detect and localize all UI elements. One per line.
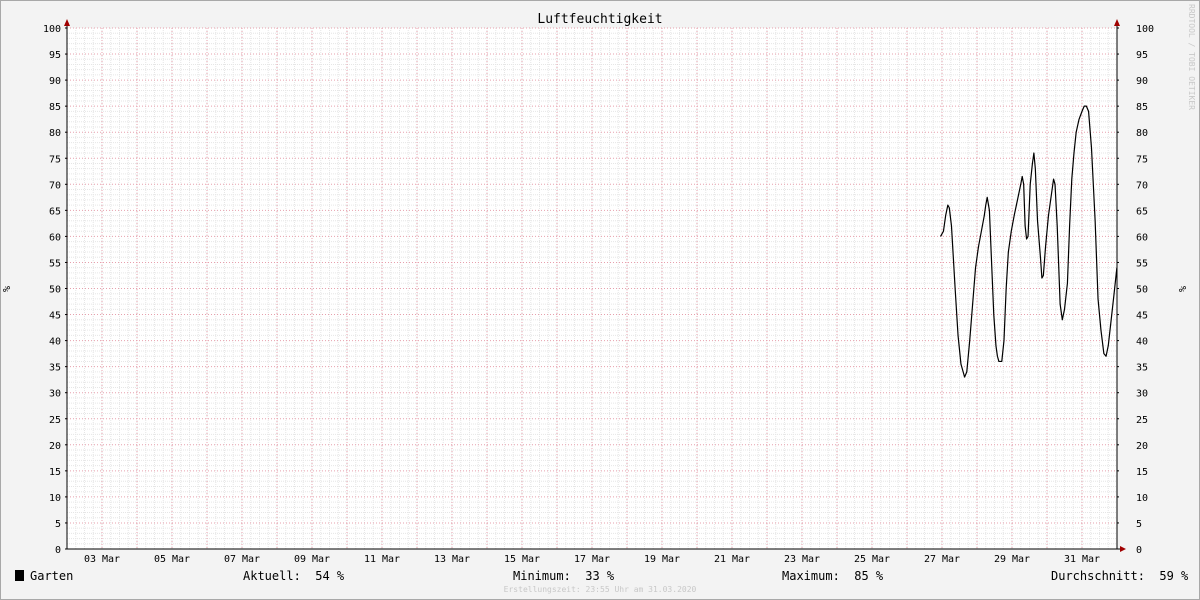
watermark: RRDTOOL / TOBI OETIKER	[1187, 4, 1196, 110]
y-tick-label-right: 40	[1136, 337, 1148, 348]
y-tick-label-right: 20	[1136, 441, 1148, 452]
humidity-chart: 0 05 510 1015 1520 2025 2530 3035 3540 4045 4550 50…	[2, 12, 1189, 565]
x-tick-label: 03 Mar	[84, 554, 120, 565]
y-tick-label-right: 10	[1136, 493, 1148, 504]
x-tick-label: 07 Mar	[224, 554, 260, 565]
x-tick-label: 09 Mar	[294, 554, 330, 565]
x-tick-label: 13 Mar	[434, 554, 470, 565]
x-tick-label: 19 Mar	[644, 554, 680, 565]
chart-title: Luftfeuchtigkeit	[537, 12, 662, 27]
y-tick-label-left: 25	[49, 415, 61, 426]
y-tick-label-right: 15	[1136, 467, 1148, 478]
creation-time-footer: Erstellungszeit: 23:55 Uhr am 31.03.2020	[503, 585, 697, 594]
legend-current: Aktuell: 54 %	[243, 568, 344, 584]
y-axis-label-left: %	[2, 286, 13, 292]
y-tick-label-right: 85	[1136, 102, 1148, 113]
legend-current-value: 54 %	[315, 569, 345, 583]
y-tick-label-right: 55	[1136, 258, 1148, 269]
legend-max-value: 85 %	[854, 569, 884, 583]
y-tick-label-left: 70	[49, 180, 61, 191]
y-tick-label-right: 100	[1136, 24, 1154, 35]
y-tick-label-left: 60	[49, 232, 61, 243]
y-tick-label-right: 25	[1136, 415, 1148, 426]
y-tick-label-left: 50	[49, 285, 61, 296]
y-tick-label-right: 90	[1136, 76, 1148, 87]
x-tick-label: 31 Mar	[1064, 554, 1100, 565]
y-tick-label-left: 45	[49, 311, 61, 322]
y-tick-label-left: 40	[49, 337, 61, 348]
x-tick-label: 27 Mar	[924, 554, 960, 565]
y-tick-label-right: 35	[1136, 363, 1148, 374]
x-tick-label: 21 Mar	[714, 554, 750, 565]
y-tick-label-left: 0	[55, 545, 61, 556]
legend-min-value: 33 %	[585, 569, 615, 583]
y-tick-label-left: 90	[49, 76, 61, 87]
x-tick-label: 15 Mar	[504, 554, 540, 565]
y-tick-label-right: 50	[1136, 285, 1148, 296]
grid	[67, 27, 1118, 549]
y-tick-label-right: 80	[1136, 128, 1148, 139]
y-tick-label-left: 85	[49, 102, 61, 113]
legend-series-name: Garten	[30, 569, 74, 583]
legend-swatch	[15, 570, 24, 581]
y-tick-label-right: 70	[1136, 180, 1148, 191]
legend-average: Durchschnitt: 59 %	[1051, 568, 1188, 584]
y-tick-label-left: 15	[49, 467, 61, 478]
x-axis-arrow	[1120, 546, 1126, 552]
legend-current-label: Aktuell:	[243, 569, 301, 583]
x-tick-label: 23 Mar	[784, 554, 820, 565]
y-tick-label-right: 95	[1136, 50, 1148, 61]
y-tick-label-left: 20	[49, 441, 61, 452]
y-tick-label-left: 10	[49, 493, 61, 504]
legend-max-label: Maximum:	[782, 569, 840, 583]
y-tick-label-right: 60	[1136, 232, 1148, 243]
y-tick-label-left: 5	[55, 519, 61, 530]
y-tick-label-right: 75	[1136, 154, 1148, 165]
y-axis-right-arrow	[1114, 19, 1120, 26]
y-tick-label-right: 65	[1136, 206, 1148, 217]
x-tick-label: 25 Mar	[854, 554, 890, 565]
y-tick-label-left: 80	[49, 128, 61, 139]
legend-avg-label: Durchschnitt:	[1051, 569, 1145, 583]
legend-minimum: Minimum: 33 %	[513, 568, 614, 584]
x-tick-label: 29 Mar	[994, 554, 1030, 565]
y-tick-label-right: 5	[1136, 519, 1142, 530]
y-tick-label-left: 30	[49, 389, 61, 400]
legend-min-label: Minimum:	[513, 569, 571, 583]
y-tick-label-right: 30	[1136, 389, 1148, 400]
legend-avg-value: 59 %	[1159, 569, 1189, 583]
y-axis-left-arrow	[64, 19, 70, 26]
y-axis-label-right: %	[1178, 286, 1189, 292]
x-tick-label: 05 Mar	[154, 554, 190, 565]
y-tick-label-left: 55	[49, 258, 61, 269]
legend-series: Garten	[15, 568, 73, 584]
y-tick-label-left: 35	[49, 363, 61, 374]
legend-maximum: Maximum: 85 %	[782, 568, 883, 584]
y-tick-label-right: 0	[1136, 545, 1142, 556]
y-tick-label-left: 95	[49, 50, 61, 61]
y-tick-label-left: 75	[49, 154, 61, 165]
y-tick-label-left: 100	[43, 24, 61, 35]
y-tick-label-left: 65	[49, 206, 61, 217]
x-tick-label: 11 Mar	[364, 554, 400, 565]
y-tick-label-right: 45	[1136, 311, 1148, 322]
x-tick-label: 17 Mar	[574, 554, 610, 565]
